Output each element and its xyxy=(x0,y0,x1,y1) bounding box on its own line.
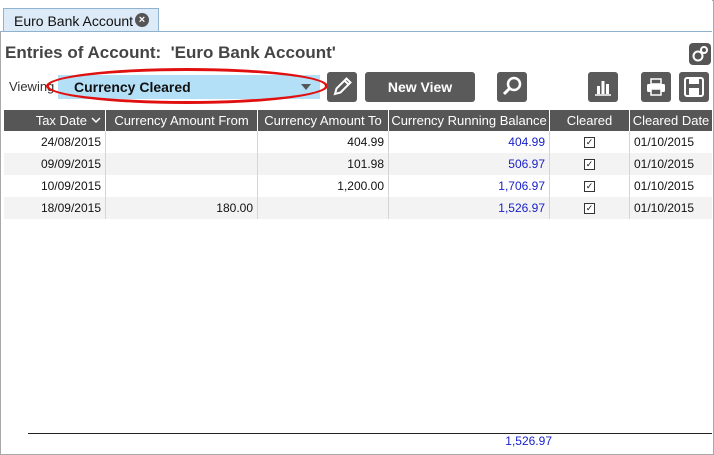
tab-strip: Euro Bank Account × xyxy=(0,0,712,32)
cell-amount-to: 1,200.00 xyxy=(258,175,389,197)
cell-cleared: ✓ xyxy=(550,175,630,197)
table-row[interactable]: 24/08/2015 404.99 404.99 ✓ 01/10/2015 xyxy=(4,131,712,153)
cell-amount-to: 404.99 xyxy=(258,131,389,153)
table-row[interactable]: 18/09/2015 180.00 1,526.97 ✓ 01/10/2015 xyxy=(4,197,712,219)
settings-icon xyxy=(692,46,708,62)
edit-view-button[interactable] xyxy=(327,72,357,102)
print-button[interactable] xyxy=(641,72,671,102)
search-icon xyxy=(502,76,522,96)
column-header-running-balance[interactable]: Currency Running Balance xyxy=(389,110,550,131)
search-button[interactable] xyxy=(497,72,527,102)
cell-cleared-date: 01/10/2015 xyxy=(634,157,695,171)
pencil-icon xyxy=(333,77,352,96)
column-header-amount-to[interactable]: Currency Amount To xyxy=(258,110,389,131)
column-header-amount-from[interactable]: Currency Amount From xyxy=(106,110,258,131)
cell-cleared-date: 01/10/2015 xyxy=(634,201,695,215)
column-header-tax-date[interactable]: Tax Date xyxy=(4,110,106,131)
cell-amount-from xyxy=(106,131,258,153)
cell-amount-to xyxy=(258,197,389,219)
tab-euro-bank-account[interactable]: Euro Bank Account × xyxy=(3,8,159,32)
cleared-checkbox[interactable]: ✓ xyxy=(584,137,595,148)
cell-tax-date: 18/09/2015 xyxy=(4,197,106,219)
cleared-checkbox[interactable]: ✓ xyxy=(584,181,595,192)
cell-tax-date: 24/08/2015 xyxy=(4,131,106,153)
cell-running-balance: 1,706.97 xyxy=(389,175,550,197)
viewing-label: Viewing xyxy=(9,79,55,94)
sort-down-icon xyxy=(91,117,101,124)
save-icon xyxy=(684,77,704,97)
cell-cleared-date: 01/10/2015 xyxy=(634,135,695,149)
cell-cleared: ✓ xyxy=(550,131,630,153)
grid-header: Tax Date Currency Amount From Currency A… xyxy=(4,110,712,131)
column-header-cleared-date[interactable]: Cleared Date xyxy=(630,110,712,131)
cell-running-balance: 506.97 xyxy=(389,153,550,175)
save-button[interactable] xyxy=(679,72,709,102)
view-select[interactable]: Currency Cleared xyxy=(58,75,320,99)
column-header-label: Tax Date xyxy=(35,113,87,128)
cell-tax-date: 09/09/2015 xyxy=(4,153,106,175)
tab-divider xyxy=(0,31,712,32)
chart-button[interactable] xyxy=(588,72,618,102)
tab-label: Euro Bank Account xyxy=(14,12,134,29)
view-select-value: Currency Cleared xyxy=(74,79,191,95)
table-row[interactable]: 10/09/2015 1,200.00 1,706.97 ✓ 01/10/201… xyxy=(4,175,712,197)
totals-divider xyxy=(28,433,712,434)
cell-amount-to: 101.98 xyxy=(258,153,389,175)
chevron-down-icon xyxy=(301,84,311,90)
column-header-cleared[interactable]: Cleared xyxy=(550,110,630,131)
cell-tax-date: 10/09/2015 xyxy=(4,175,106,197)
cell-amount-from xyxy=(106,153,258,175)
app-window xyxy=(0,0,714,455)
page-title: Entries of Account: 'Euro Bank Account' xyxy=(5,43,336,62)
cell-running-balance: 1,526.97 xyxy=(389,197,550,219)
cleared-checkbox[interactable]: ✓ xyxy=(584,203,595,214)
print-icon xyxy=(647,78,665,96)
cleared-checkbox[interactable]: ✓ xyxy=(584,159,595,170)
table-row[interactable]: 09/09/2015 101.98 506.97 ✓ 01/10/2015 xyxy=(4,153,712,175)
settings-button[interactable] xyxy=(689,43,711,65)
cell-cleared-date: 01/10/2015 xyxy=(634,179,695,193)
close-icon[interactable]: × xyxy=(135,13,149,27)
chart-icon xyxy=(595,81,611,96)
cell-cleared: ✓ xyxy=(550,197,630,219)
cell-amount-from: 180.00 xyxy=(106,197,258,219)
footer-running-balance-total: 1,526.97 xyxy=(505,434,552,448)
new-view-button[interactable]: New View xyxy=(365,72,475,102)
cell-cleared: ✓ xyxy=(550,153,630,175)
cell-amount-from xyxy=(106,175,258,197)
cell-running-balance: 404.99 xyxy=(389,131,550,153)
